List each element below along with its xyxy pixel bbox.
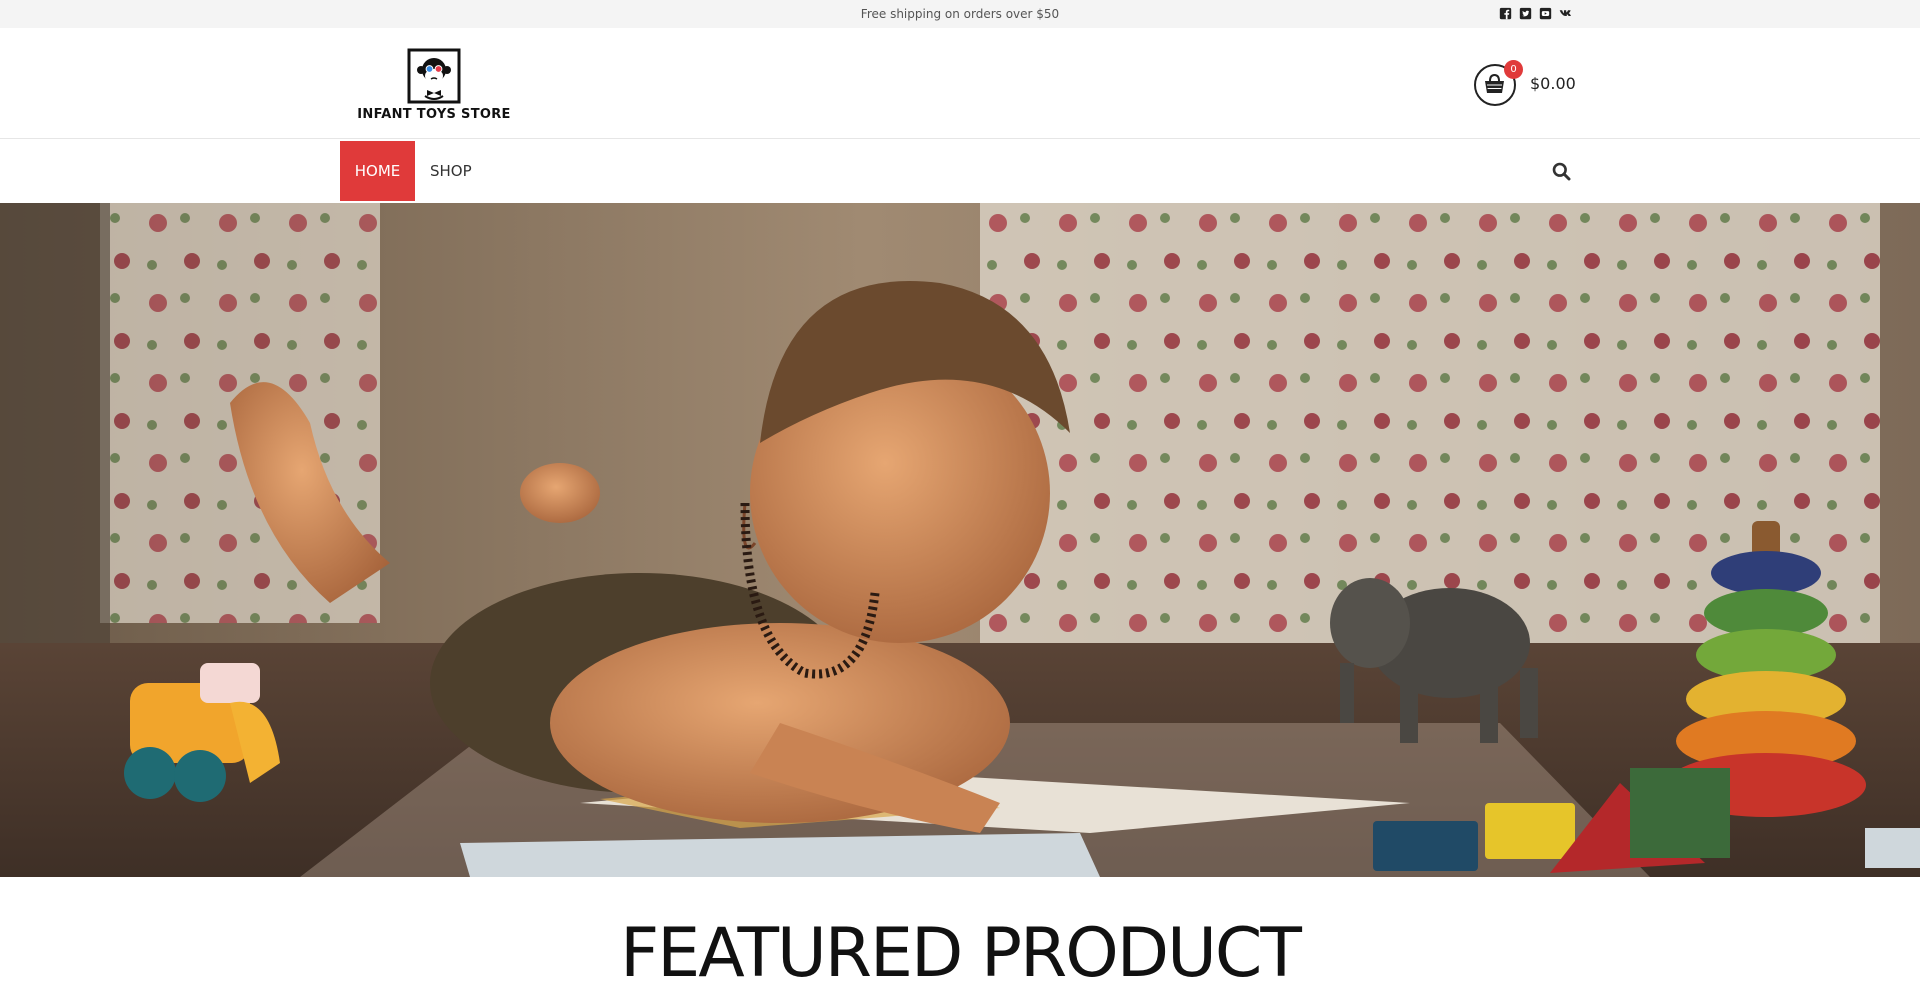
- monkey-logo-icon: [407, 48, 461, 104]
- featured-product-heading: FEATURED PRODUCT: [620, 914, 1302, 993]
- hero-banner: [0, 203, 1920, 877]
- top-bar: Free shipping on orders over $50: [0, 0, 1920, 28]
- twitter-icon[interactable]: [1519, 7, 1532, 20]
- shipping-notice: Free shipping on orders over $50: [860, 7, 1060, 21]
- shopping-basket-icon: [1485, 73, 1504, 93]
- cart-total[interactable]: $0.00: [1530, 74, 1576, 93]
- main-nav: HOME SHOP: [0, 140, 1920, 203]
- hero-image: [0, 203, 1920, 877]
- store-logo[interactable]: INFANT TOYS STORE: [356, 48, 512, 124]
- logo-text: INFANT TOYS STORE: [357, 107, 511, 122]
- nav-item-home[interactable]: HOME: [340, 141, 415, 201]
- vk-icon[interactable]: [1559, 7, 1572, 20]
- site-header: INFANT TOYS STORE 0 $0.00: [0, 28, 1920, 139]
- facebook-icon[interactable]: [1499, 7, 1512, 20]
- search-icon[interactable]: [1552, 162, 1571, 181]
- cart-button[interactable]: 0: [1474, 60, 1523, 106]
- youtube-icon[interactable]: [1539, 7, 1552, 20]
- cart-count-badge: 0: [1504, 60, 1523, 79]
- social-links: [1499, 7, 1572, 20]
- nav-item-shop[interactable]: SHOP: [430, 141, 472, 201]
